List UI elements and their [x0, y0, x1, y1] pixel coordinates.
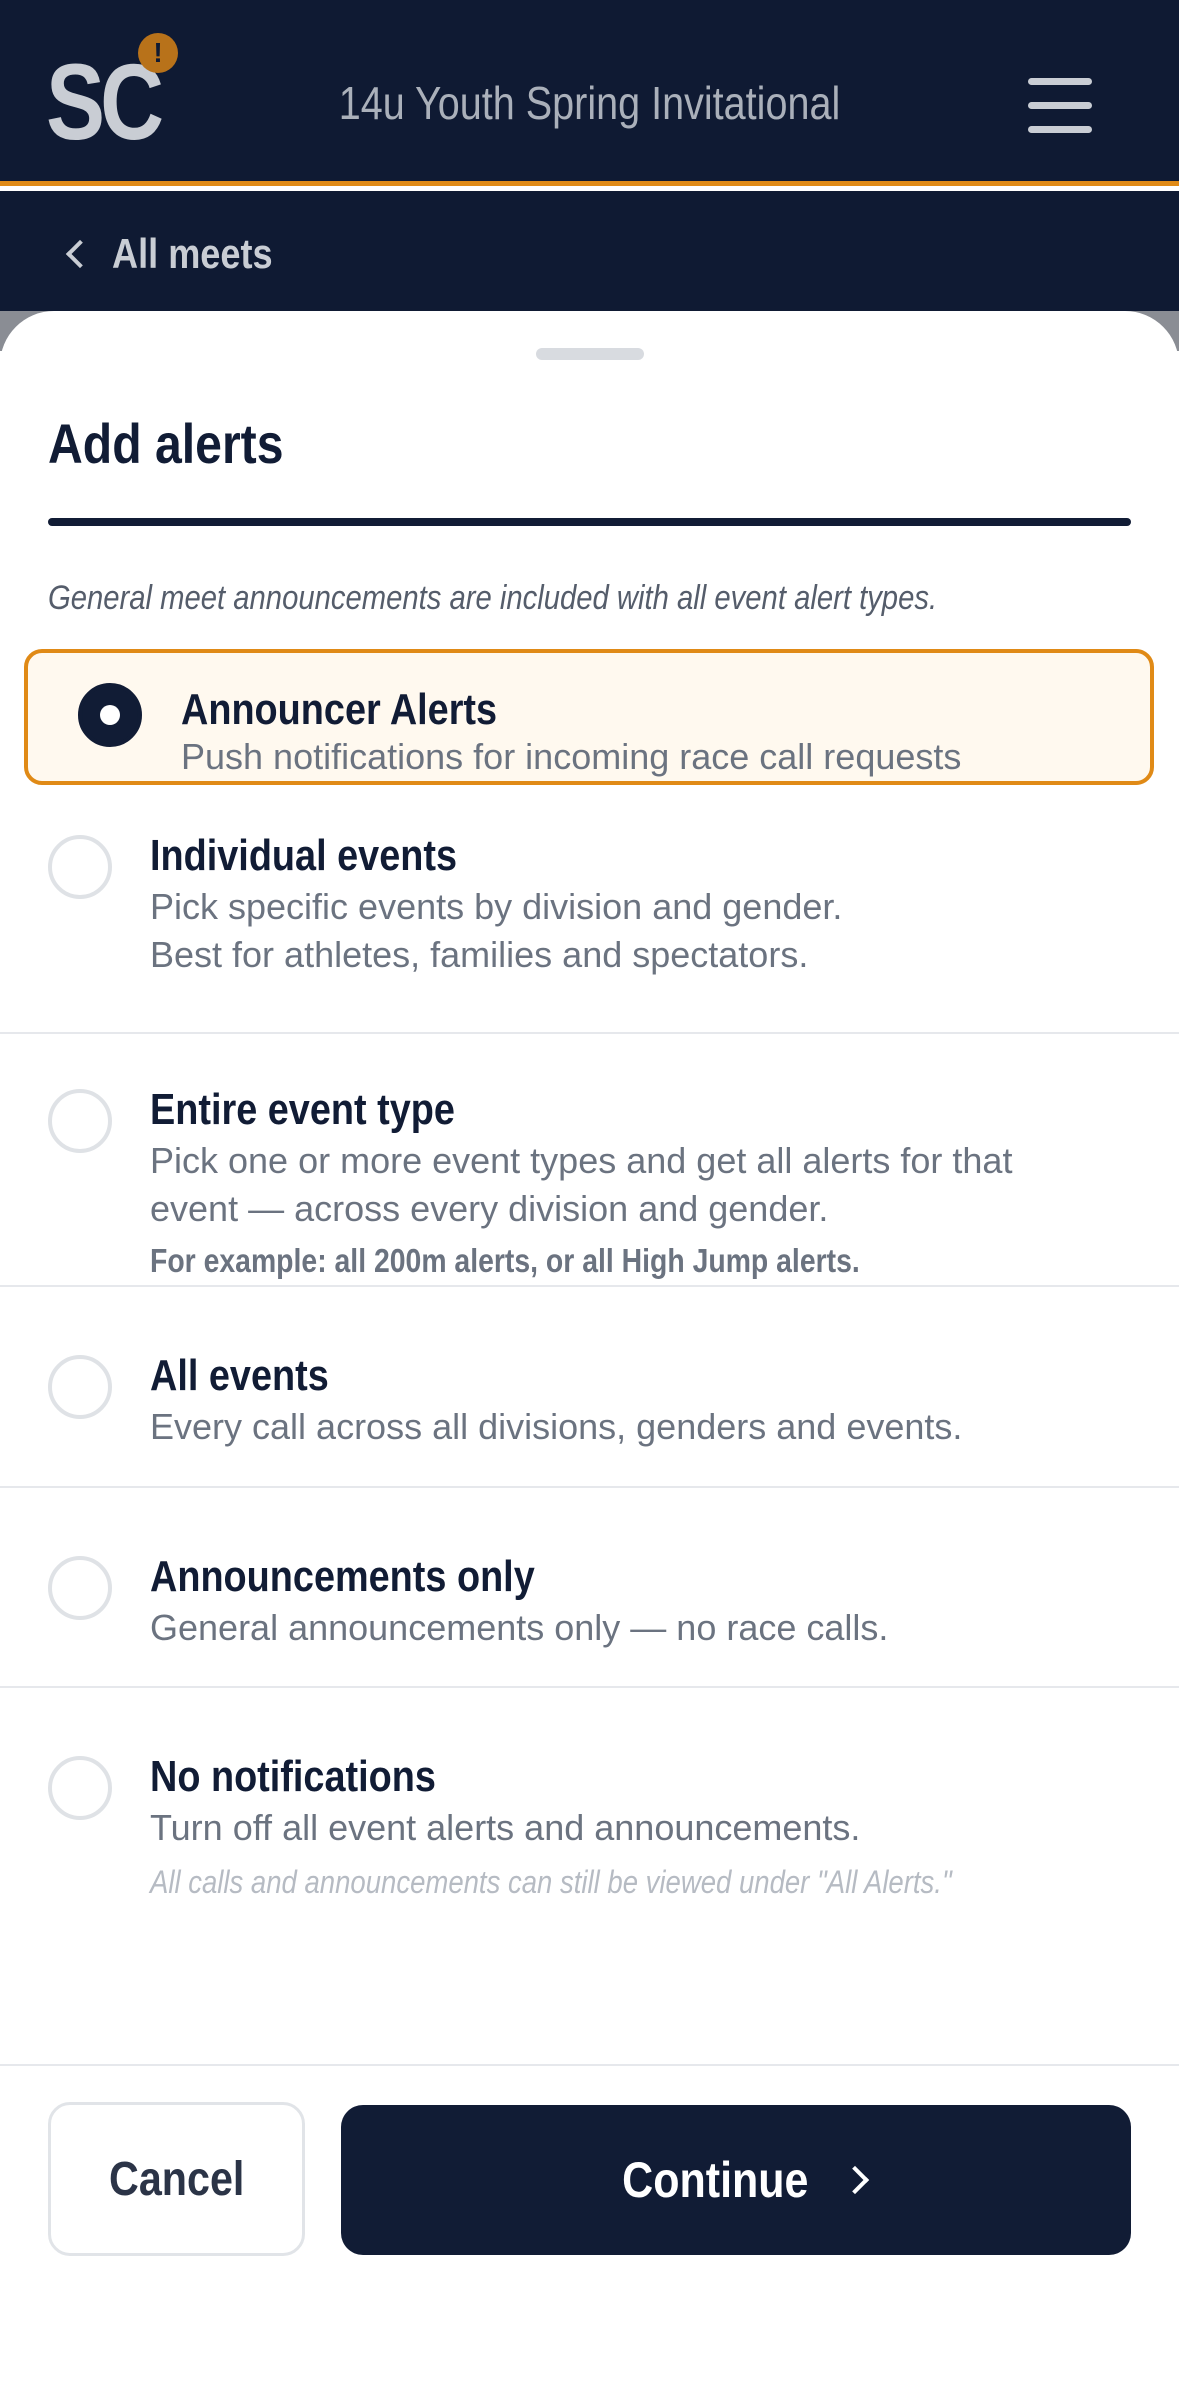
option-entire-event-type[interactable]: Entire event type Pick one or more event… — [0, 1059, 1179, 1287]
option-description-line1: Pick one or more event types and get all… — [150, 1140, 1013, 1181]
radio-announcer-alerts[interactable] — [78, 683, 142, 747]
announcements-note: General meet announcements are included … — [48, 579, 938, 617]
radio-entire-event-type[interactable] — [48, 1089, 112, 1153]
option-title: No notifications — [150, 1752, 436, 1801]
cancel-label: Cancel — [108, 2152, 245, 2206]
option-title: All events — [150, 1351, 329, 1400]
meet-title: 14u Youth Spring Invitational — [338, 77, 841, 129]
chevron-right-icon — [841, 2165, 870, 2195]
option-description-line1: Pick specific events by division and gen… — [150, 886, 843, 927]
back-to-all-meets-link[interactable]: All meets — [62, 230, 299, 278]
option-description: Push notifications for incoming race cal… — [181, 736, 962, 777]
cancel-button[interactable]: Cancel — [48, 2102, 305, 2256]
option-description-line2: Best for athletes, families and spectato… — [150, 934, 809, 975]
sheet-grabber[interactable] — [536, 348, 644, 360]
option-description: Every call across all divisions, genders… — [150, 1406, 963, 1447]
option-title: Announcer Alerts — [181, 685, 498, 734]
option-footnote: All calls and announcements can still be… — [150, 1864, 952, 1900]
option-announcer-alerts[interactable]: Announcer Alerts Push notifications for … — [24, 649, 1154, 785]
sheet-title: Add alerts — [48, 412, 284, 475]
app-header: SC ! 14u Youth Spring Invitational — [0, 0, 1179, 186]
hamburger-menu-icon[interactable] — [1026, 78, 1096, 134]
option-description: General announcements only — no race cal… — [150, 1607, 889, 1648]
chevron-left-icon — [65, 239, 95, 269]
option-all-events[interactable]: All events Every call across all divisio… — [0, 1289, 1179, 1488]
option-individual-events[interactable]: Individual events Pick specific events b… — [0, 831, 1179, 1034]
option-title: Entire event type — [150, 1085, 455, 1134]
radio-announcements-only[interactable] — [48, 1556, 112, 1620]
radio-individual-events[interactable] — [48, 835, 112, 899]
back-link-label: All meets — [112, 230, 273, 277]
option-example: For example: all 200m alerts, or all Hig… — [150, 1242, 860, 1279]
option-title: Individual events — [150, 831, 458, 880]
option-description: Turn off all event alerts and announceme… — [150, 1807, 861, 1848]
option-announcements-only[interactable]: Announcements only General announcements… — [0, 1490, 1179, 1688]
radio-no-notifications[interactable] — [48, 1756, 112, 1820]
continue-button[interactable]: Continue — [341, 2105, 1131, 2255]
continue-label: Continue — [621, 2152, 809, 2208]
option-description-line2: event — across every division and gender… — [150, 1188, 829, 1229]
title-divider — [48, 518, 1131, 526]
radio-all-events[interactable] — [48, 1355, 112, 1419]
footer-divider — [0, 2064, 1179, 2066]
option-title: Announcements only — [150, 1552, 535, 1601]
option-no-notifications[interactable]: No notifications Turn off all event aler… — [0, 1690, 1179, 2375]
alert-badge-icon: ! — [138, 33, 178, 73]
add-alerts-sheet: Add alerts General meet announcements ar… — [0, 311, 1179, 2407]
